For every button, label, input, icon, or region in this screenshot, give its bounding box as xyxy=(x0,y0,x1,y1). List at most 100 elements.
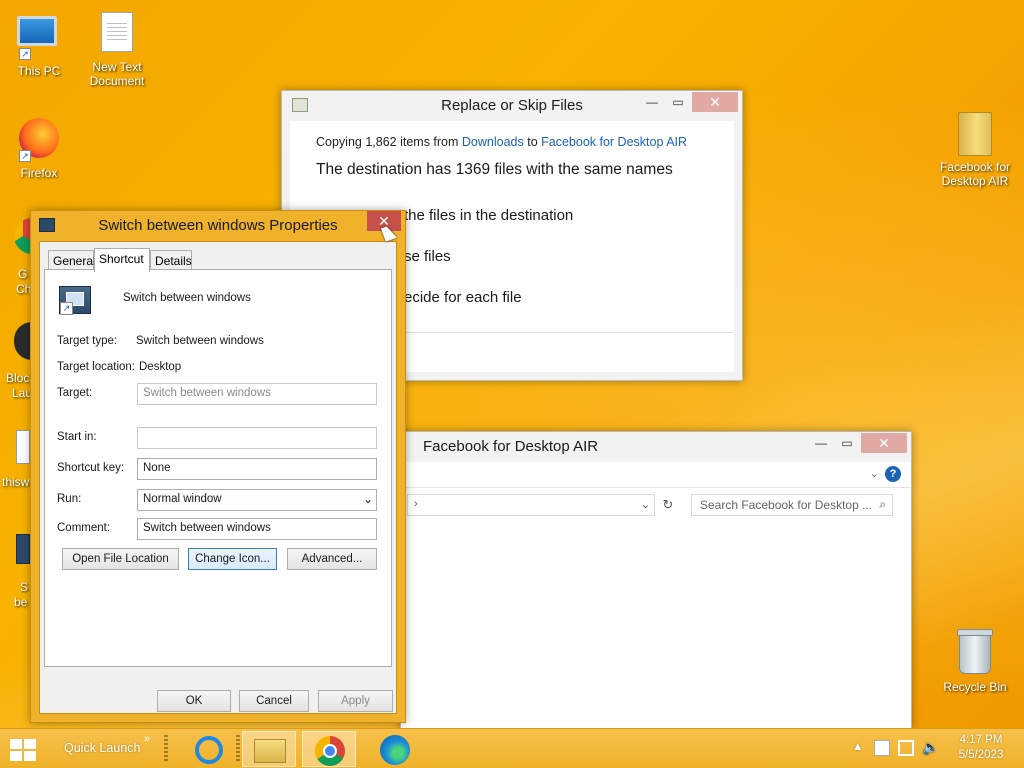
taskbar-file-explorer[interactable] xyxy=(242,731,296,767)
shortcut-key-field[interactable]: None xyxy=(137,458,377,480)
target-location-label: Target location: xyxy=(57,361,135,373)
explorer-window[interactable]: Facebook for Desktop AIR — ▭ ✕ ⌄ ? › ⌄ ↻… xyxy=(400,431,912,731)
toolbar-grip[interactable] xyxy=(164,735,168,763)
taskbar-chrome[interactable] xyxy=(302,731,356,767)
recycle-bin-icon xyxy=(953,629,997,676)
minimize-button[interactable]: — xyxy=(807,433,835,453)
breadcrumb-chevron-icon[interactable]: › xyxy=(414,498,418,510)
search-icon: ⌕ xyxy=(879,497,886,511)
desktop-icon-label: New Text Document xyxy=(89,60,145,88)
show-hidden-icons[interactable]: ▲ xyxy=(852,741,863,753)
comment-label: Comment: xyxy=(57,522,111,534)
titlebar[interactable]: Switch between windows Properties ✕ xyxy=(31,211,405,241)
search-input[interactable]: Search Facebook for Desktop ... ⌕ xyxy=(691,494,893,516)
address-dropdown-icon[interactable]: ⌄ xyxy=(641,498,650,511)
target-type-label: Target type: xyxy=(57,335,118,347)
source-link[interactable]: Downloads xyxy=(462,135,524,149)
minimize-button[interactable]: — xyxy=(638,92,666,112)
taskbar-internet-explorer[interactable] xyxy=(182,731,236,767)
taskbar-edge[interactable] xyxy=(368,731,422,767)
action-center-flag-icon[interactable] xyxy=(874,740,890,756)
option-replace-files[interactable]: the files in the destination xyxy=(404,207,573,224)
desktop-icon-recycle-bin[interactable]: Recycle Bin xyxy=(936,629,1014,694)
folder-icon xyxy=(953,112,997,156)
cancel-button[interactable]: Cancel xyxy=(239,690,309,712)
target-location-value: Desktop xyxy=(139,361,182,373)
change-icon-button[interactable]: Change Icon... xyxy=(188,548,277,570)
window-title: Switch between windows Properties xyxy=(98,217,338,234)
option-decide-each-file[interactable]: ecide for each file xyxy=(404,289,522,306)
maximize-button[interactable]: ▭ xyxy=(664,92,692,112)
windows-logo-part xyxy=(24,739,36,749)
network-icon[interactable] xyxy=(898,740,914,756)
address-bar[interactable]: › ⌄ xyxy=(407,494,655,516)
shortcut-key-label: Shortcut key: xyxy=(57,462,125,474)
computer-icon: ↗ xyxy=(17,16,61,60)
advanced-button[interactable]: Advanced... xyxy=(287,548,377,570)
clock-date: 5/5/2023 xyxy=(958,749,1004,761)
start-in-field[interactable] xyxy=(137,427,377,449)
properties-dialog[interactable]: Switch between windows Properties ✕ Gene… xyxy=(30,210,406,723)
file-icon xyxy=(16,430,30,464)
maximize-button[interactable]: ▭ xyxy=(833,433,861,453)
chrome-icon xyxy=(315,736,345,766)
start-in-label: Start in: xyxy=(57,431,97,443)
shortcut-tab-panel: Switch between windows Target type: Swit… xyxy=(44,269,392,667)
run-label: Run: xyxy=(57,493,82,505)
firefox-icon: ↗ xyxy=(17,118,61,162)
quick-launch-label[interactable]: Quick Launch xyxy=(64,741,140,755)
comment-field[interactable]: Switch between windows xyxy=(137,518,377,540)
tab-general[interactable]: General xyxy=(48,250,96,270)
shortcut-icon xyxy=(59,286,91,315)
option-skip-files[interactable]: se files xyxy=(404,248,451,265)
explorer-content: ⌄ ? › ⌄ ↻ Search Facebook for Desktop ..… xyxy=(401,462,911,730)
internet-explorer-icon xyxy=(195,736,223,764)
shortcut-name: Switch between windows xyxy=(123,292,251,304)
partial-label: thisw xyxy=(2,475,30,489)
desktop-icon-new-text-document[interactable]: New Text Document xyxy=(78,10,156,88)
destination-link[interactable]: Facebook for Desktop AIR xyxy=(541,135,687,149)
help-icon[interactable]: ? xyxy=(885,466,901,482)
apply-button[interactable]: Apply xyxy=(318,690,393,712)
desktop-icon-label: Facebook for Desktop AIR xyxy=(939,160,1011,188)
target-type-value: Switch between windows xyxy=(136,335,264,347)
titlebar[interactable]: Replace or Skip Files — ▭ ✕ xyxy=(282,91,742,121)
tab-shortcut[interactable]: Shortcut xyxy=(94,248,150,272)
clock[interactable]: 4:17 PM 5/5/2023 xyxy=(958,734,1004,761)
desktop-icon-facebook-folder[interactable]: Facebook for Desktop AIR xyxy=(936,112,1014,188)
target-field[interactable]: Switch between windows xyxy=(137,383,377,405)
copy-prefix: Copying 1,862 items from xyxy=(316,135,462,149)
ribbon-bar: ⌄ ? xyxy=(401,462,911,488)
taskbar: Quick Launch » ▲ 🔈 4:17 PM 5/5/2023 xyxy=(0,728,1024,768)
properties-content: General Shortcut Details Switch between … xyxy=(39,241,397,714)
quick-launch-expand-icon[interactable]: » xyxy=(144,733,150,745)
chevron-down-icon: ⌄ xyxy=(362,492,373,506)
ok-button[interactable]: OK xyxy=(157,690,231,712)
refresh-icon[interactable]: ↻ xyxy=(657,494,679,516)
address-row: › ⌄ ↻ Search Facebook for Desktop ... ⌕ xyxy=(401,494,911,520)
clock-time: 4:17 PM xyxy=(959,734,1003,746)
separator xyxy=(57,321,379,322)
toolbar-grip[interactable] xyxy=(236,735,240,763)
desktop-icon-label: Firefox xyxy=(20,166,58,180)
start-button[interactable] xyxy=(10,739,36,761)
windows-logo-part xyxy=(10,751,22,761)
volume-muted-icon[interactable]: 🔈 xyxy=(922,739,939,756)
desktop-icon-firefox[interactable]: ↗ Firefox xyxy=(0,116,78,180)
open-file-location-button[interactable]: Open File Location xyxy=(62,548,179,570)
close-button[interactable]: ✕ xyxy=(692,92,738,112)
partial-label: G xyxy=(18,267,28,281)
desktop-icon-label: Recycle Bin xyxy=(943,680,1007,694)
run-select[interactable]: Normal window ⌄ xyxy=(137,489,377,511)
separator xyxy=(57,413,379,414)
shortcut-icon xyxy=(16,534,30,564)
run-selected-value: Normal window xyxy=(143,493,222,505)
target-label: Target: xyxy=(57,387,93,399)
text-document-icon xyxy=(95,12,139,56)
expand-ribbon-icon[interactable]: ⌄ xyxy=(870,467,879,480)
desktop-icon-this-pc[interactable]: ↗ This PC xyxy=(0,10,78,78)
close-button[interactable]: ✕ xyxy=(861,433,907,453)
search-placeholder: Search Facebook for Desktop ... xyxy=(700,498,873,512)
tab-details[interactable]: Details xyxy=(150,250,192,270)
titlebar[interactable]: Facebook for Desktop AIR — ▭ ✕ xyxy=(401,432,911,462)
